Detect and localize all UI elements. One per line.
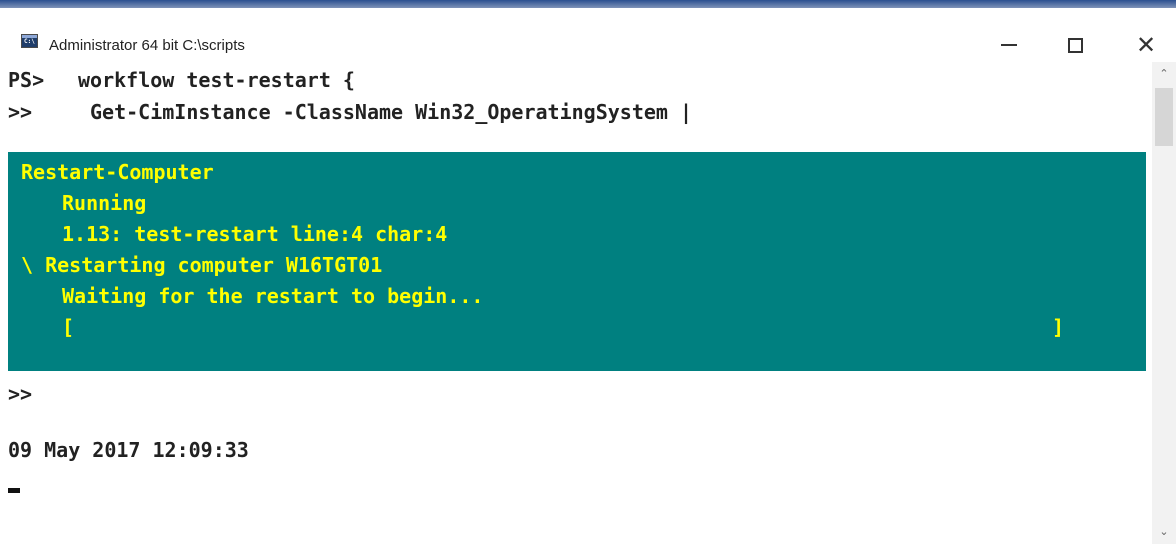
progress-status: Running (62, 191, 147, 215)
prompt-ps: PS> (8, 68, 45, 92)
after-progress-prompt: >> (8, 382, 33, 406)
minimize-icon (1001, 44, 1017, 46)
maximize-icon (1067, 37, 1083, 53)
progress-bar-right: ] (1052, 315, 1065, 339)
timestamp-output: 09 May 2017 12:09:33 (8, 438, 249, 462)
title-bar[interactable]: C:\ Administrator 64 bit C:\scripts ✕ (0, 8, 1176, 62)
minimize-button[interactable] (986, 28, 1032, 62)
window-accent-bar (0, 0, 1176, 8)
console-icon[interactable]: C:\ (21, 34, 38, 48)
workflow-command: workflow test-restart { (78, 68, 355, 92)
maximize-button[interactable] (1052, 28, 1098, 62)
scroll-up-icon[interactable]: ⌃ (1156, 66, 1172, 82)
progress-sub-activity: \ Restarting computer W16TGT01 (21, 253, 383, 277)
console-output[interactable]: PS> workflow test-restart { >> Get-CimIn… (0, 62, 1152, 544)
console-icon-mark: C:\ (24, 38, 35, 45)
close-button[interactable]: ✕ (1123, 28, 1169, 62)
progress-panel: Restart-Computer Running 1.13: test-rest… (8, 152, 1146, 371)
progress-sub-status: Waiting for the restart to begin... (62, 284, 484, 308)
scroll-thumb[interactable] (1155, 88, 1173, 146)
progress-location: 1.13: test-restart line:4 char:4 (62, 222, 448, 246)
progress-bar-left: [ (62, 315, 75, 339)
scroll-down-icon[interactable]: ⌄ (1156, 524, 1172, 540)
cim-command: Get-CimInstance -ClassName Win32_Operati… (90, 100, 693, 124)
powershell-window: C:\ Administrator 64 bit C:\scripts ✕ PS… (0, 0, 1176, 544)
prompt-continuation: >> (8, 100, 33, 124)
close-icon: ✕ (1135, 31, 1157, 59)
console-cursor (8, 488, 20, 493)
progress-activity: Restart-Computer (21, 160, 214, 184)
vertical-scrollbar[interactable]: ⌃ ⌄ (1152, 62, 1176, 544)
window-title: Administrator 64 bit C:\scripts (49, 37, 245, 54)
